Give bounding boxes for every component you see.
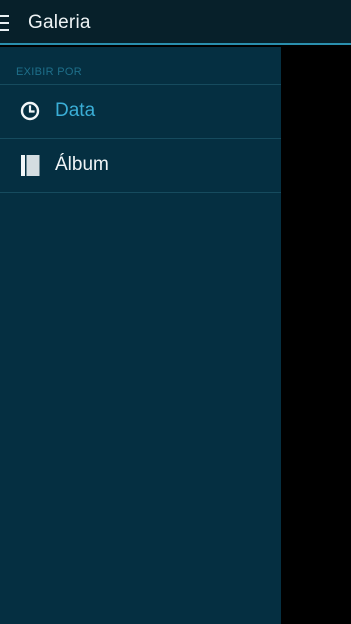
drawer-item-label: Álbum	[55, 154, 109, 175]
app-title: Galeria	[28, 12, 91, 33]
navigation-drawer: EXIBIR POR Data Álbum	[0, 47, 281, 624]
app-screen: Galeria EXIBIR POR Data Álbum	[0, 0, 351, 624]
content-scrim[interactable]	[281, 47, 351, 624]
drawer-item-label: Data	[55, 100, 96, 121]
drawer-item-album[interactable]: Álbum	[0, 139, 281, 192]
album-icon	[21, 155, 40, 176]
divider	[0, 192, 281, 193]
drawer-item-data[interactable]: Data	[0, 85, 281, 138]
drawer-section-header: EXIBIR POR	[16, 66, 82, 78]
clock-icon	[20, 101, 40, 121]
action-bar: Galeria	[0, 0, 351, 45]
hamburger-menu-icon[interactable]	[0, 15, 9, 31]
